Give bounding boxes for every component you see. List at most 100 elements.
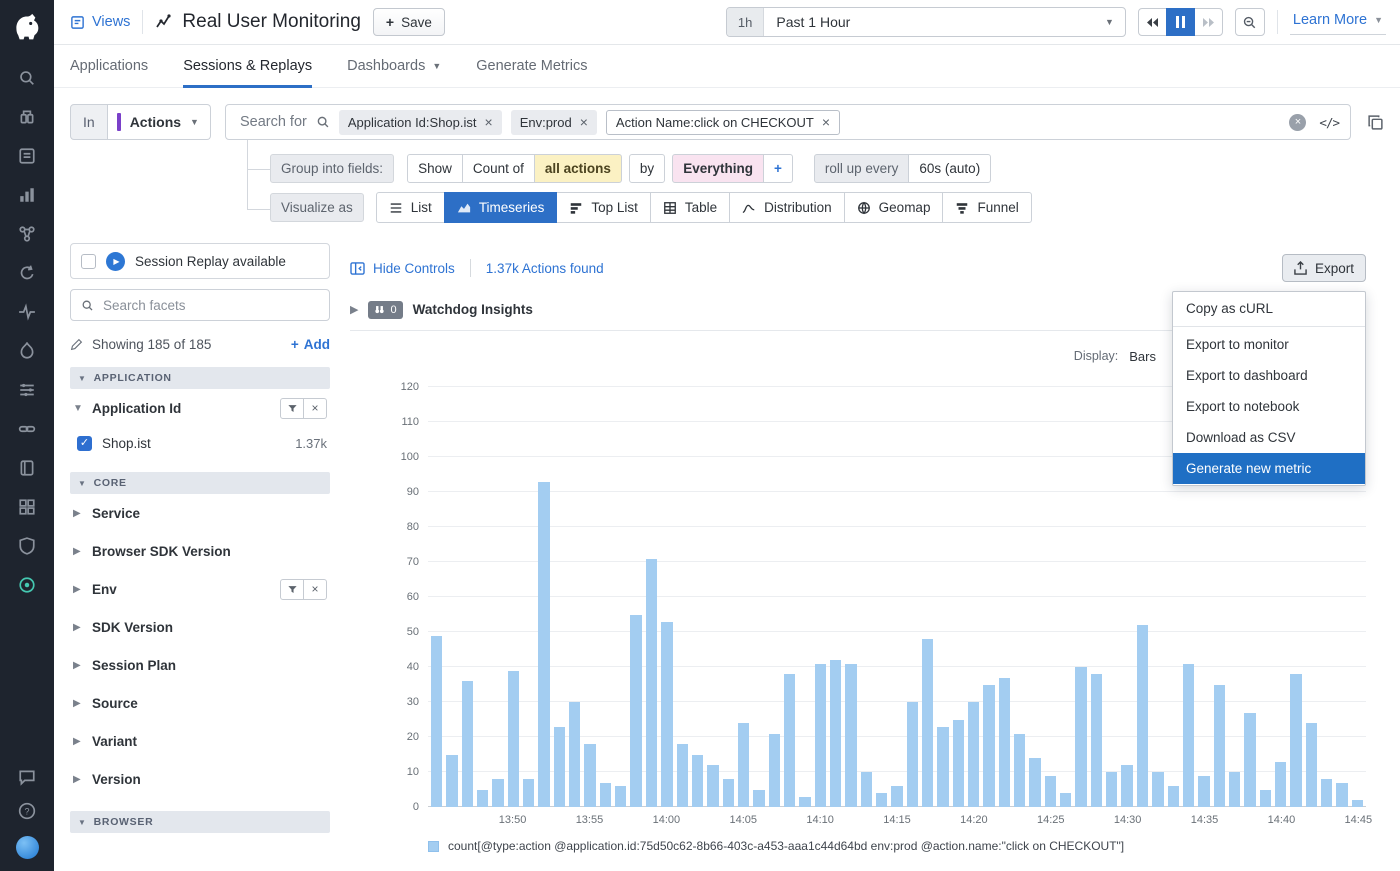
facet-remove-button[interactable]: ×: [303, 398, 327, 419]
logs-icon[interactable]: [18, 147, 36, 165]
menu-item-copy-as-curl[interactable]: Copy as cURL: [1173, 293, 1365, 324]
chevron-down-icon: ▼: [78, 818, 87, 827]
facet-section-header[interactable]: ▼APPLICATION: [70, 367, 330, 389]
facet-remove-button[interactable]: ×: [303, 579, 327, 600]
facet-item[interactable]: ▼Application Id×: [70, 389, 330, 427]
viz-option-label: Timeseries: [479, 200, 545, 215]
display-type-dropdown[interactable]: Bars: [1129, 349, 1156, 364]
facet-item[interactable]: ▶Browser SDK Version: [70, 532, 330, 570]
add-label: Add: [304, 337, 330, 352]
code-view-icon[interactable]: </>: [1319, 115, 1339, 130]
viz-option-list[interactable]: List: [376, 192, 445, 223]
user-avatar[interactable]: [16, 836, 39, 859]
search-icon[interactable]: [18, 69, 36, 87]
measure-dropdown[interactable]: all actions: [534, 154, 622, 183]
filter-chip[interactable]: Env:prod×: [511, 110, 597, 135]
x-axis-label: 14:45: [1345, 814, 1373, 826]
integrations-icon[interactable]: [18, 498, 36, 516]
viz-option-distribution[interactable]: Distribution: [729, 192, 845, 223]
facet-section-header[interactable]: ▼CORE: [70, 472, 330, 494]
menu-item-export-to-dashboard[interactable]: Export to dashboard: [1173, 360, 1365, 391]
remove-chip-icon[interactable]: ×: [485, 115, 493, 129]
menu-item-export-to-notebook[interactable]: Export to notebook: [1173, 391, 1365, 422]
apm-icon[interactable]: [18, 342, 36, 360]
views-button[interactable]: Views: [70, 14, 130, 30]
facet-search-input[interactable]: [103, 298, 319, 313]
checkbox[interactable]: [81, 254, 96, 269]
main-content: Views Real User Monitoring + Save 1h Pas…: [54, 0, 1400, 871]
facet-filter-button[interactable]: [280, 579, 304, 600]
time-range-selector[interactable]: 1h Past 1 Hour ▼: [726, 7, 1126, 37]
section-tabs: Applications Sessions & Replays Dashboards…: [54, 45, 1400, 88]
host-map-icon[interactable]: [18, 108, 36, 126]
zoom-out-button[interactable]: [1235, 8, 1265, 36]
security-icon[interactable]: [18, 537, 36, 555]
viz-option-toplist[interactable]: Top List: [556, 192, 651, 223]
menu-item-download-as-csv[interactable]: Download as CSV: [1173, 422, 1365, 453]
facet-value-row[interactable]: ✓Shop.ist1.37k: [70, 427, 330, 459]
group-by-dropdown[interactable]: Everything: [672, 154, 764, 183]
datadog-logo[interactable]: [10, 9, 44, 43]
x-axis-label: 14:35: [1191, 814, 1219, 826]
facet-item[interactable]: ▶Env×: [70, 570, 330, 608]
facet-section-header[interactable]: ▼BROWSER: [70, 811, 330, 833]
tab-generate-metrics[interactable]: Generate Metrics: [476, 45, 587, 87]
filter-chip[interactable]: Action Name:click on CHECKOUT×: [606, 110, 840, 135]
save-button[interactable]: + Save: [373, 8, 445, 36]
facet-item[interactable]: ▶Version: [70, 760, 330, 798]
network-icon[interactable]: [18, 225, 36, 243]
add-group-by-button[interactable]: +: [763, 154, 793, 183]
tab-sessions-replays[interactable]: Sessions & Replays: [183, 45, 312, 87]
facet-item[interactable]: ▶SDK Version: [70, 608, 330, 646]
checkbox[interactable]: ✓: [77, 436, 92, 451]
tab-dashboards[interactable]: Dashboards▼: [347, 45, 441, 87]
group-into-fields-label: Group into fields:: [270, 154, 394, 183]
y-axis-label: 70: [407, 556, 419, 568]
notebooks-icon[interactable]: [18, 459, 36, 477]
menu-item-generate-new-metric[interactable]: Generate new metric: [1173, 453, 1365, 484]
show-label: Show: [407, 154, 463, 183]
copy-query-button[interactable]: [1367, 114, 1384, 131]
tab-applications[interactable]: Applications: [70, 45, 148, 87]
remove-chip-icon[interactable]: ×: [822, 115, 830, 129]
facet-item[interactable]: ▶Service: [70, 494, 330, 532]
viz-option-table[interactable]: Table: [650, 192, 730, 223]
viz-option-geomap[interactable]: Geomap: [844, 192, 944, 223]
visualize-as-label: Visualize as: [270, 193, 364, 222]
chevron-down-icon: ▼: [78, 374, 87, 383]
menu-item-export-to-monitor[interactable]: Export to monitor: [1173, 329, 1365, 360]
chat-icon[interactable]: [18, 768, 36, 786]
facet-filter-button[interactable]: [280, 398, 304, 419]
add-facet-button[interactable]: + Add: [291, 337, 330, 352]
search-input[interactable]: Search for Application Id:Shop.ist×Env:p…: [225, 104, 1351, 140]
facet-item[interactable]: ▶Variant: [70, 722, 330, 760]
edit-icon[interactable]: [70, 338, 83, 351]
viz-option-timeseries[interactable]: Timeseries: [444, 192, 558, 223]
pause-button[interactable]: [1166, 8, 1195, 36]
rum-icon[interactable]: [18, 576, 36, 594]
metrics-icon[interactable]: [18, 186, 36, 204]
monitors-icon[interactable]: [18, 303, 36, 321]
count-of-dropdown[interactable]: Count of: [462, 154, 535, 183]
hide-controls-button[interactable]: Hide Controls: [350, 261, 455, 276]
synthetics-icon[interactable]: [18, 264, 36, 282]
session-replay-filter[interactable]: ▶ Session Replay available: [70, 243, 330, 279]
bar: [707, 765, 718, 807]
clear-search-icon[interactable]: ×: [1289, 114, 1306, 131]
facet-item[interactable]: ▶Session Plan: [70, 646, 330, 684]
help-icon[interactable]: ?: [18, 802, 36, 820]
visualize-row: Visualize as List Timeseries Top ListTable…: [270, 192, 1384, 223]
filter-chips: Application Id:Shop.ist× Env:prod× Action …: [339, 110, 840, 135]
remove-chip-icon[interactable]: ×: [580, 115, 588, 129]
rollup-value-dropdown[interactable]: 60s (auto): [908, 154, 991, 183]
pipelines-icon[interactable]: [18, 381, 36, 399]
links-icon[interactable]: [18, 420, 36, 438]
viz-option-funnel[interactable]: Funnel: [942, 192, 1031, 223]
learn-more-dropdown[interactable]: Learn More ▼: [1290, 9, 1386, 35]
filter-chip[interactable]: Application Id:Shop.ist×: [339, 110, 502, 135]
forward-button[interactable]: [1194, 8, 1223, 36]
rewind-button[interactable]: [1138, 8, 1167, 36]
scope-dropdown[interactable]: Actions ▼: [108, 104, 211, 140]
facet-item[interactable]: ▶Source: [70, 684, 330, 722]
export-button[interactable]: Export: [1282, 254, 1366, 282]
